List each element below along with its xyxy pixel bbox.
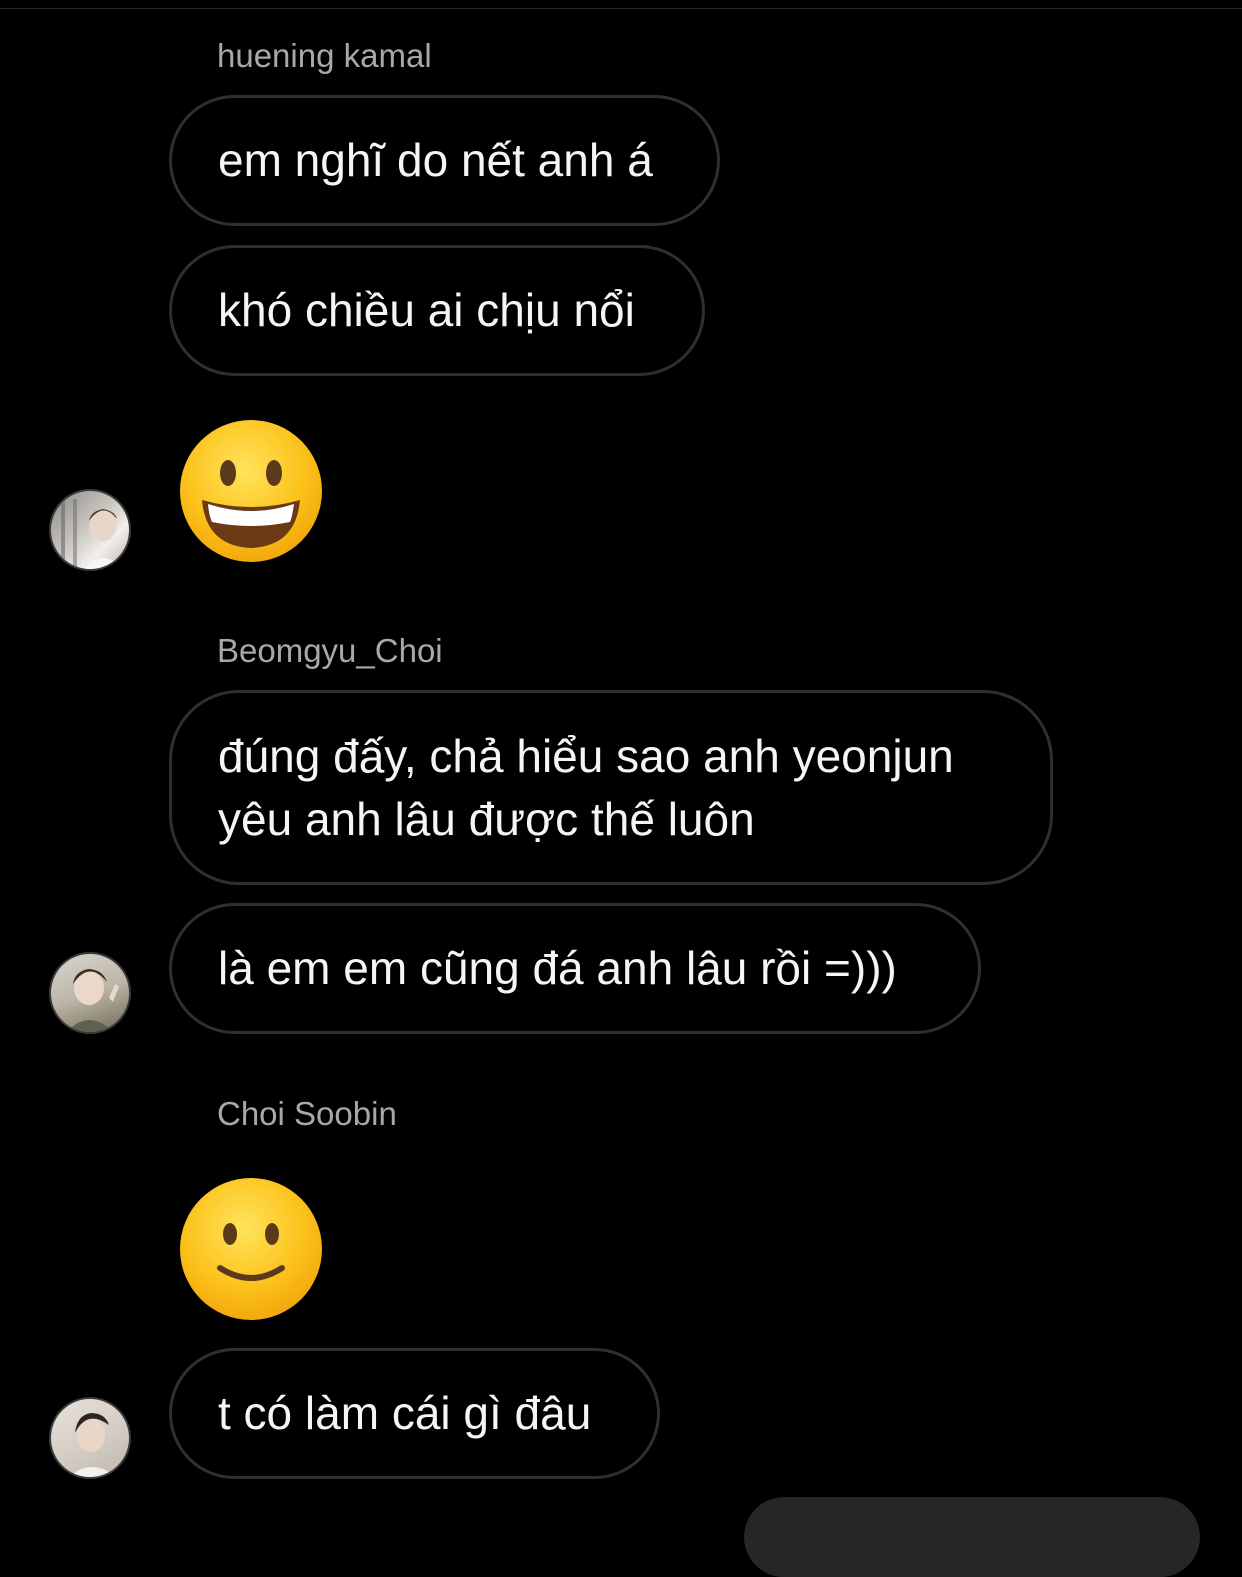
sender-name: huening kamal: [217, 37, 432, 74]
message-text: t có làm cái gì đâu: [218, 1387, 592, 1439]
message-text: đúng đấy, chả hiểu sao anh yeonjun yêu a…: [218, 729, 954, 845]
composer-bubble-peek: [744, 1497, 1200, 1577]
slightly-smiling-face-emoji[interactable]: [178, 1176, 324, 1322]
message-text: là em em cũng đá anh lâu rồi =))): [218, 942, 897, 994]
avatar[interactable]: [49, 952, 131, 1034]
sender-name: Choi Soobin: [217, 1095, 397, 1132]
message-text: khó chiều ai chịu nổi: [218, 284, 635, 336]
message-bubble[interactable]: em nghĩ do nết anh á: [169, 95, 720, 226]
avatar[interactable]: [49, 489, 131, 571]
avatar[interactable]: [49, 1397, 131, 1479]
message-bubble[interactable]: đúng đấy, chả hiểu sao anh yeonjun yêu a…: [169, 690, 1053, 885]
message-text: em nghĩ do nết anh á: [218, 134, 653, 186]
top-divider: [0, 0, 1242, 9]
message-bubble[interactable]: khó chiều ai chịu nổi: [169, 245, 705, 376]
message-bubble[interactable]: t có làm cái gì đâu: [169, 1348, 660, 1479]
message-bubble[interactable]: là em em cũng đá anh lâu rồi =))): [169, 903, 981, 1034]
grinning-face-emoji[interactable]: [178, 418, 324, 564]
sender-name: Beomgyu_Choi: [217, 632, 443, 669]
